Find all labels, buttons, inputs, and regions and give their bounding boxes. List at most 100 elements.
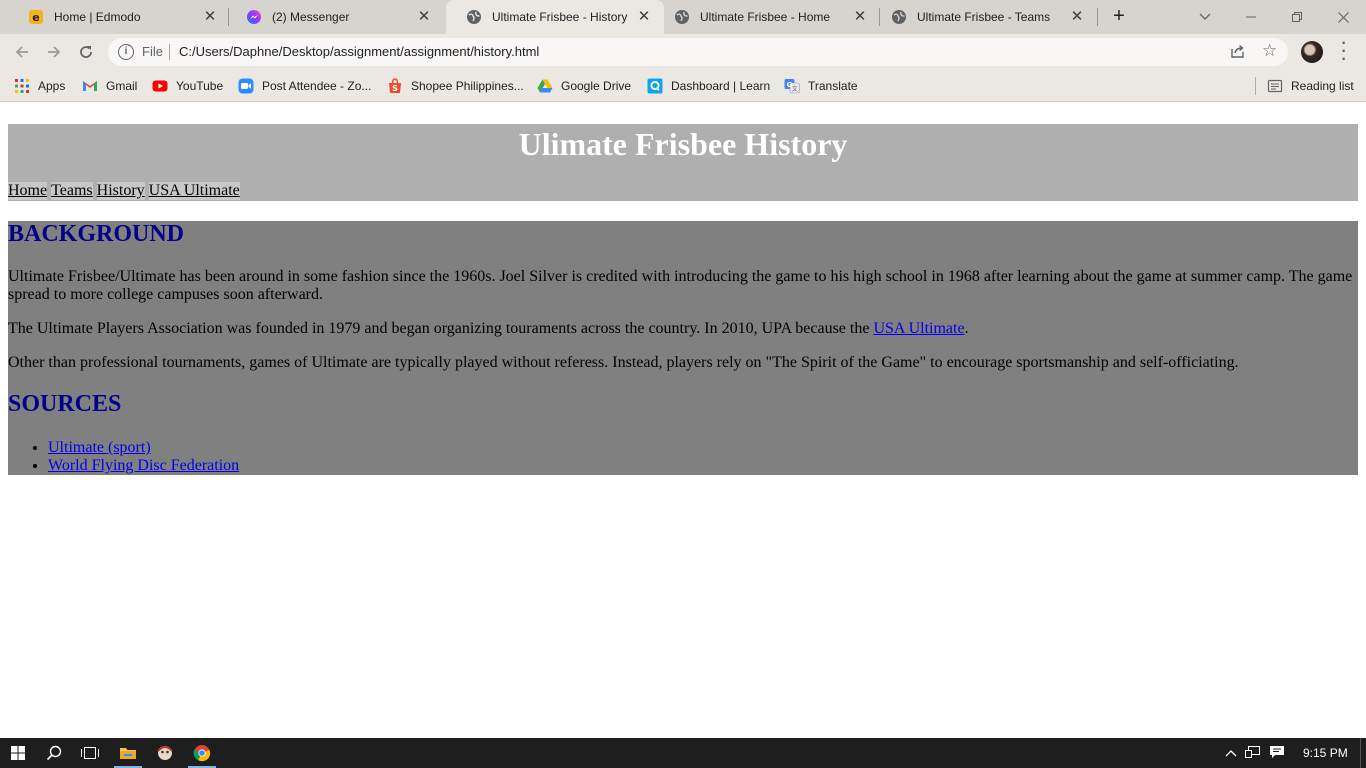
forward-icon[interactable]	[42, 40, 66, 64]
list-item: Ultimate (sport)	[48, 439, 239, 457]
tray-chevron-up-icon[interactable]	[1222, 746, 1240, 760]
svg-text:e: e	[32, 11, 39, 24]
close-tab-icon[interactable]: ✕	[636, 9, 652, 25]
app-icon[interactable]	[147, 738, 183, 768]
file-explorer-icon[interactable]	[110, 738, 146, 768]
start-windows-icon[interactable]	[0, 738, 36, 768]
gmail-icon	[82, 78, 98, 94]
bookmark-google-drive[interactable]: Google Drive	[537, 77, 631, 95]
learn-icon	[647, 78, 663, 94]
tab-history[interactable]: Ultimate Frisbee - History ✕	[446, 0, 664, 34]
reading-list-icon	[1267, 78, 1283, 94]
network-icon[interactable]	[1240, 745, 1266, 762]
translate-icon: G文	[784, 78, 800, 94]
search-icon[interactable]	[36, 738, 72, 768]
back-icon[interactable]	[10, 40, 34, 64]
link-usa-ultimate[interactable]: USA Ultimate	[873, 320, 964, 337]
bookmark-shopee[interactable]: S Shopee Philippines...	[387, 77, 524, 95]
bookmark-label: Google Drive	[561, 79, 632, 93]
site-header: Ulimate Frisbee History Home Teams Histo…	[8, 124, 1358, 201]
bookmark-translate[interactable]: G文 Translate	[784, 77, 858, 95]
page-title: Ulimate Frisbee History	[518, 126, 848, 162]
clock[interactable]: 9:15 PM	[1303, 738, 1348, 768]
reading-list-label: Reading list	[1291, 79, 1354, 93]
tab-title: Ultimate Frisbee - History	[492, 10, 628, 24]
paragraph-text: The Ultimate Players Association was fou…	[8, 320, 874, 337]
bookmark-youtube[interactable]: YouTube	[152, 77, 223, 95]
zoom-icon	[238, 78, 254, 94]
google-drive-icon	[537, 78, 553, 94]
main-content: BACKGROUND Ultimate Frisbee/Ultimate has…	[8, 221, 1358, 475]
paragraph-history: Ultimate Frisbee/Ultimate has been aroun…	[8, 268, 1353, 303]
globe-icon	[891, 9, 907, 25]
bookmark-dashboard-learn[interactable]: Dashboard | Learn	[647, 77, 770, 95]
tab-title: Ultimate Frisbee - Home	[700, 10, 831, 24]
globe-icon	[674, 9, 690, 25]
globe-icon	[466, 9, 482, 25]
youtube-icon	[152, 78, 168, 94]
bookmark-label: YouTube	[176, 79, 224, 93]
nav-link-history[interactable]: History	[96, 182, 145, 200]
bookmark-zoom[interactable]: Post Attendee - Zo...	[238, 77, 371, 95]
source-link-ultimate-sport[interactable]: Ultimate (sport)	[48, 439, 151, 456]
tab-edmodo[interactable]: e Home | Edmodo ✕	[8, 0, 230, 34]
new-tab-button[interactable]: +	[1108, 6, 1130, 28]
tab-title: (2) Messenger	[272, 10, 350, 24]
info-icon[interactable]: i	[118, 44, 134, 60]
paragraph-spirit: Other than professional tournaments, gam…	[8, 354, 1239, 371]
taskbar: 9:15 PM	[0, 738, 1366, 768]
bookmark-label: Apps	[38, 79, 66, 93]
svg-text:S: S	[392, 84, 398, 93]
source-link-wfdf[interactable]: World Flying Disc Federation	[48, 457, 239, 474]
close-tab-icon[interactable]: ✕	[852, 9, 868, 25]
tab-home[interactable]: Ultimate Frisbee - Home ✕	[664, 0, 880, 34]
address-bar[interactable]: i File C:/Users/Daphne/Desktop/assignmen…	[108, 38, 1288, 66]
shopee-icon: S	[387, 78, 403, 94]
close-tab-icon[interactable]: ✕	[1069, 9, 1085, 25]
sources-heading: SOURCES	[8, 391, 122, 417]
scheme-label: File	[142, 44, 163, 59]
restore-button[interactable]	[1274, 0, 1320, 34]
browser-toolbar: i File C:/Users/Daphne/Desktop/assignmen…	[0, 34, 1366, 70]
messenger-icon	[246, 9, 262, 25]
profile-avatar[interactable]	[1301, 41, 1323, 63]
url-text[interactable]: C:/Users/Daphne/Desktop/assignment/assig…	[179, 44, 539, 59]
paragraph-upa: The Ultimate Players Association was fou…	[8, 320, 1358, 338]
paragraph-text: .	[964, 320, 969, 337]
tab-search-icon[interactable]	[1182, 0, 1228, 34]
site-nav: Home Teams History USA Ultimate	[8, 182, 244, 200]
close-tab-icon[interactable]: ✕	[202, 9, 218, 25]
nav-link-teams[interactable]: Teams	[51, 182, 93, 200]
minimize-button[interactable]	[1228, 0, 1274, 34]
bookmark-gmail[interactable]: Gmail	[82, 77, 137, 95]
tab-messenger[interactable]: (2) Messenger ✕	[226, 0, 444, 34]
sources-list: Ultimate (sport) World Flying Disc Feder…	[48, 439, 239, 475]
close-tab-icon[interactable]: ✕	[416, 9, 432, 25]
bookmark-label: Translate	[808, 79, 858, 93]
reload-icon[interactable]	[74, 40, 98, 64]
system-tray	[1222, 738, 1288, 768]
tab-strip: e Home | Edmodo ✕ (2) Messenger ✕ Ultima…	[0, 0, 1366, 34]
nav-link-home[interactable]: Home	[8, 182, 48, 200]
task-view-icon[interactable]	[72, 738, 108, 768]
close-window-button[interactable]	[1320, 0, 1366, 34]
apps-grid-icon	[14, 78, 30, 94]
menu-icon[interactable]: · · ·	[1336, 36, 1352, 68]
bookmark-label: Shopee Philippines...	[411, 79, 524, 93]
bookmark-star-icon[interactable]: ☆	[1262, 41, 1277, 61]
bookmark-label: Dashboard | Learn	[671, 79, 771, 93]
tab-teams[interactable]: Ultimate Frisbee - Teams ✕	[881, 0, 1097, 34]
tab-title: Ultimate Frisbee - Teams	[917, 10, 1051, 24]
tab-title: Home | Edmodo	[54, 10, 141, 24]
reading-list-button[interactable]: Reading list	[1267, 77, 1354, 95]
notification-icon[interactable]	[1266, 745, 1288, 762]
bookmark-label: Post Attendee - Zo...	[262, 79, 372, 93]
svg-text:文: 文	[792, 85, 798, 93]
nav-link-usa-ultimate[interactable]: USA Ultimate	[148, 182, 240, 200]
edmodo-icon: e	[28, 9, 44, 25]
show-desktop-button[interactable]	[1360, 738, 1366, 768]
bookmark-apps[interactable]: Apps	[14, 77, 65, 95]
bookmark-label: Gmail	[106, 79, 138, 93]
chrome-icon[interactable]	[184, 738, 220, 768]
share-icon[interactable]	[1230, 43, 1246, 62]
